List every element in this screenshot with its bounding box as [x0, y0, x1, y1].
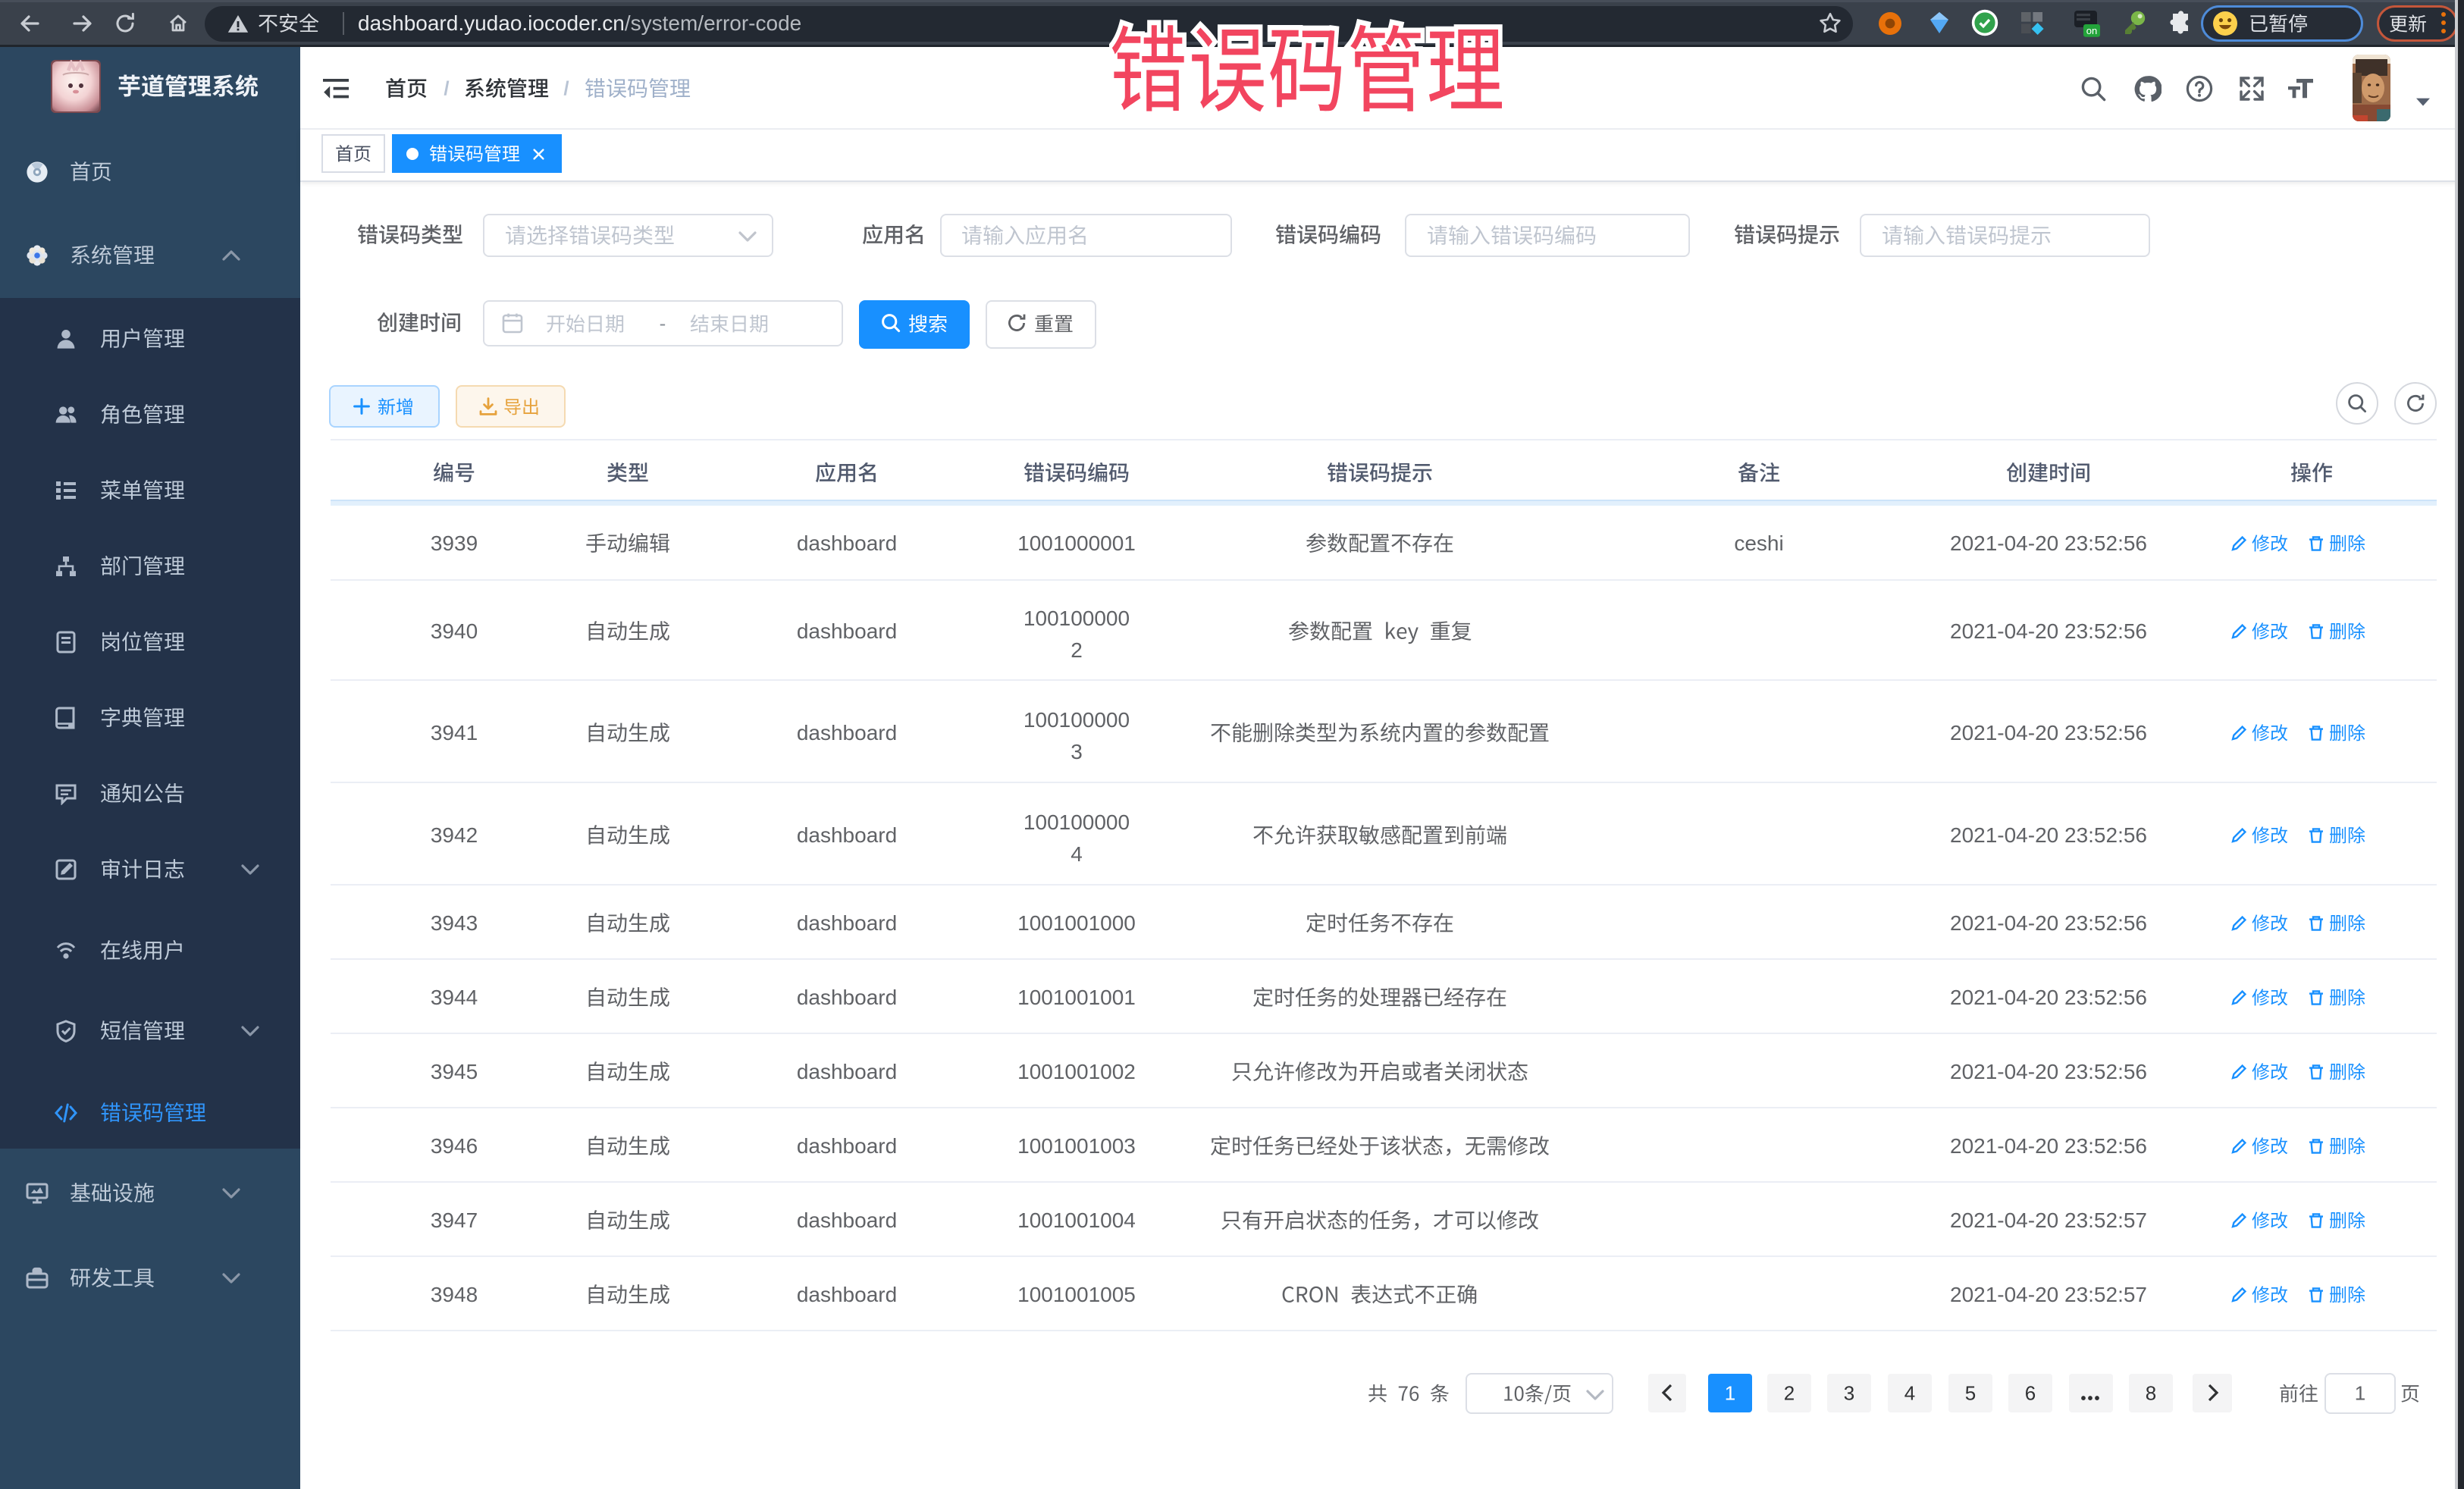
- svg-text:on: on: [2086, 25, 2097, 36]
